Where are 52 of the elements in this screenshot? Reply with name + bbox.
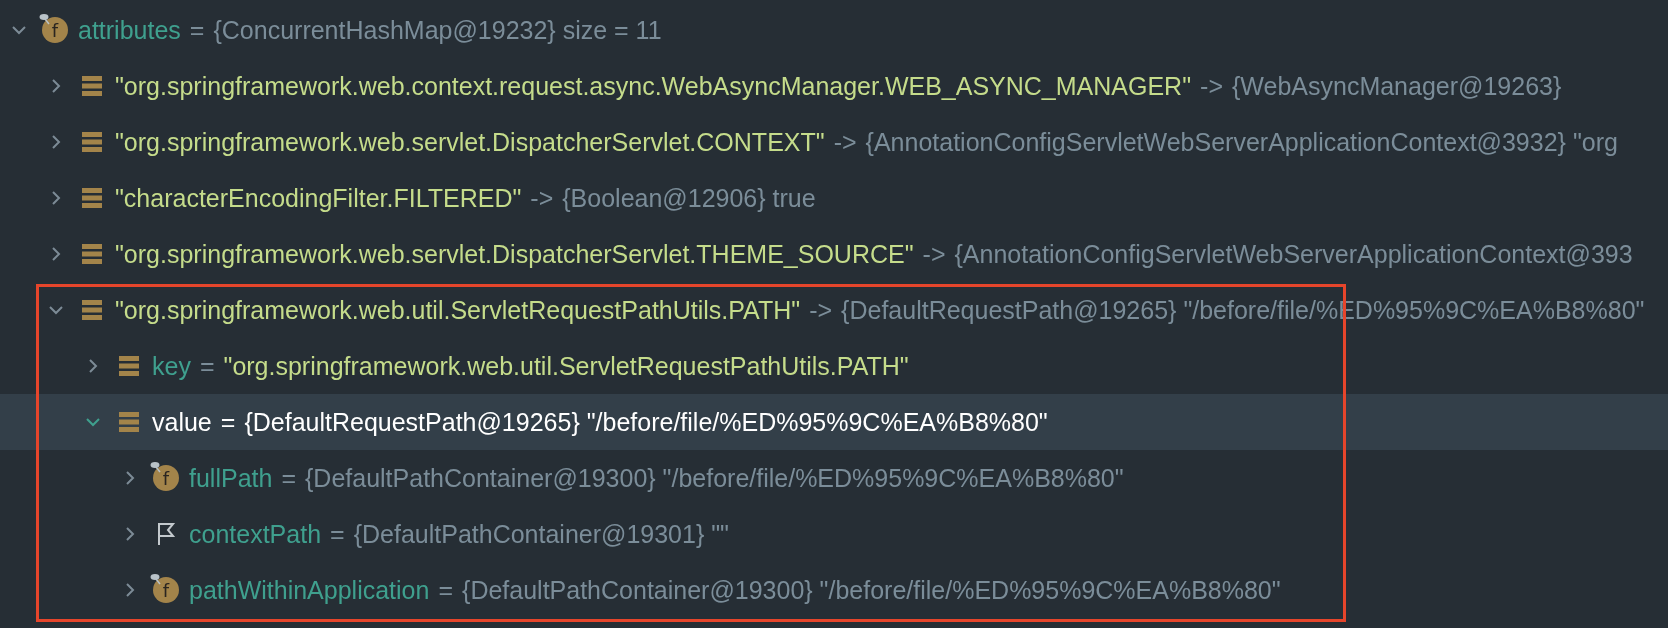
entry-icon — [79, 185, 105, 211]
entry-icon — [116, 409, 142, 435]
operator: -> — [1200, 71, 1223, 101]
operator: = — [438, 575, 454, 605]
entry-icon — [116, 353, 142, 379]
variable-value: {AnnotationConfigServletWebServerApplicationContext@3932} "org — [865, 127, 1618, 157]
variable-name: value — [152, 407, 212, 437]
entry-icon — [79, 241, 105, 267]
operator: = — [281, 463, 296, 493]
variable-value: {DefaultPathContainer@19300} "/before/file/%ED%95%9C%EA%B8%80" — [305, 463, 1124, 493]
entry-icon — [79, 73, 105, 99]
operator: -> — [530, 183, 554, 213]
entry-icon — [79, 129, 105, 155]
operator: = — [189, 15, 205, 45]
tree-row[interactable]: f pathWithinApplication = {DefaultPathContainer@19300} "/before/file/%ED%95%9C%EA%B8%80" — [0, 562, 1668, 618]
variable-name: attributes — [78, 15, 181, 45]
field-icon: f — [153, 577, 179, 603]
variable-value: "org.springframework.web.util.ServletRequestPathUtils.PATH" — [223, 351, 909, 381]
key-string: "org.springframework.web.util.ServletRequestPathUtils.PATH" — [115, 295, 801, 325]
tree-row[interactable]: f attributes = {ConcurrentHashMap@19232} size = 11 — [0, 2, 1668, 58]
key-string: "org.springframework.web.servlet.DispatcherServlet.CONTEXT" — [115, 127, 825, 157]
operator: -> — [833, 127, 857, 157]
entry-icon — [79, 297, 105, 323]
tree-row[interactable]: value = {DefaultRequestPath@19265} "/before/file/%ED%95%9C%EA%B8%80" — [0, 394, 1668, 450]
operator: = — [330, 519, 345, 549]
variable-value: {WebAsyncManager@19263} — [1232, 71, 1562, 101]
operator: -> — [922, 239, 946, 269]
key-string: "org.springframework.web.servlet.DispatcherServlet.THEME_SOURCE" — [115, 239, 914, 269]
field-icon: f — [42, 17, 68, 43]
tree-row[interactable]: f fullPath = {DefaultPathContainer@19300} "/before/file/%ED%95%9C%EA%B8%80" — [0, 450, 1668, 506]
field-icon: f — [153, 465, 179, 491]
tree-row[interactable]: "org.springframework.web.servlet.DispatcherServlet.CONTEXT" -> {AnnotationConfigServletWebServerApplicationContext@3932} "org — [0, 114, 1668, 170]
variable-name: key — [152, 351, 191, 381]
tree-row[interactable]: "characterEncodingFilter.FILTERED" -> {Boolean@12906} true — [0, 170, 1668, 226]
tree-row[interactable]: "org.springframework.web.servlet.DispatcherServlet.THEME_SOURCE" -> {AnnotationConfigServletWebServerApplicationContext@393 — [0, 226, 1668, 282]
key-string: "org.springframework.web.context.request.async.WebAsyncManager.WEB_ASYNC_MANAGER" — [115, 71, 1192, 101]
variable-value: {Boolean@12906} true — [562, 183, 816, 213]
operator: -> — [809, 295, 833, 325]
key-string: "characterEncodingFilter.FILTERED" — [115, 183, 522, 213]
variable-name: contextPath — [189, 519, 322, 549]
variable-name: fullPath — [189, 463, 273, 493]
variable-value: {ConcurrentHashMap@19232} size = 11 — [213, 15, 662, 45]
variable-name: pathWithinApplication — [189, 575, 430, 605]
tree-row[interactable]: "org.springframework.web.context.request.async.WebAsyncManager.WEB_ASYNC_MANAGER" -> {WebAsyncManager@19263} — [0, 58, 1668, 114]
variable-value: {DefaultPathContainer@19300} "/before/file/%ED%95%9C%EA%B8%80" — [462, 575, 1281, 605]
variable-value: {DefaultRequestPath@19265} "/before/file/%ED%95%9C%EA%B8%80" — [244, 407, 1048, 437]
variable-value: {AnnotationConfigServletWebServerApplicationContext@393 — [954, 239, 1633, 269]
variable-value: {DefaultPathContainer@19301} "" — [353, 519, 729, 549]
tree-row[interactable]: contextPath = {DefaultPathContainer@19301} "" — [0, 506, 1668, 562]
operator: = — [220, 407, 236, 437]
tree-row[interactable]: key = "org.springframework.web.util.ServletRequestPathUtils.PATH" — [0, 338, 1668, 394]
operator: = — [199, 351, 215, 381]
